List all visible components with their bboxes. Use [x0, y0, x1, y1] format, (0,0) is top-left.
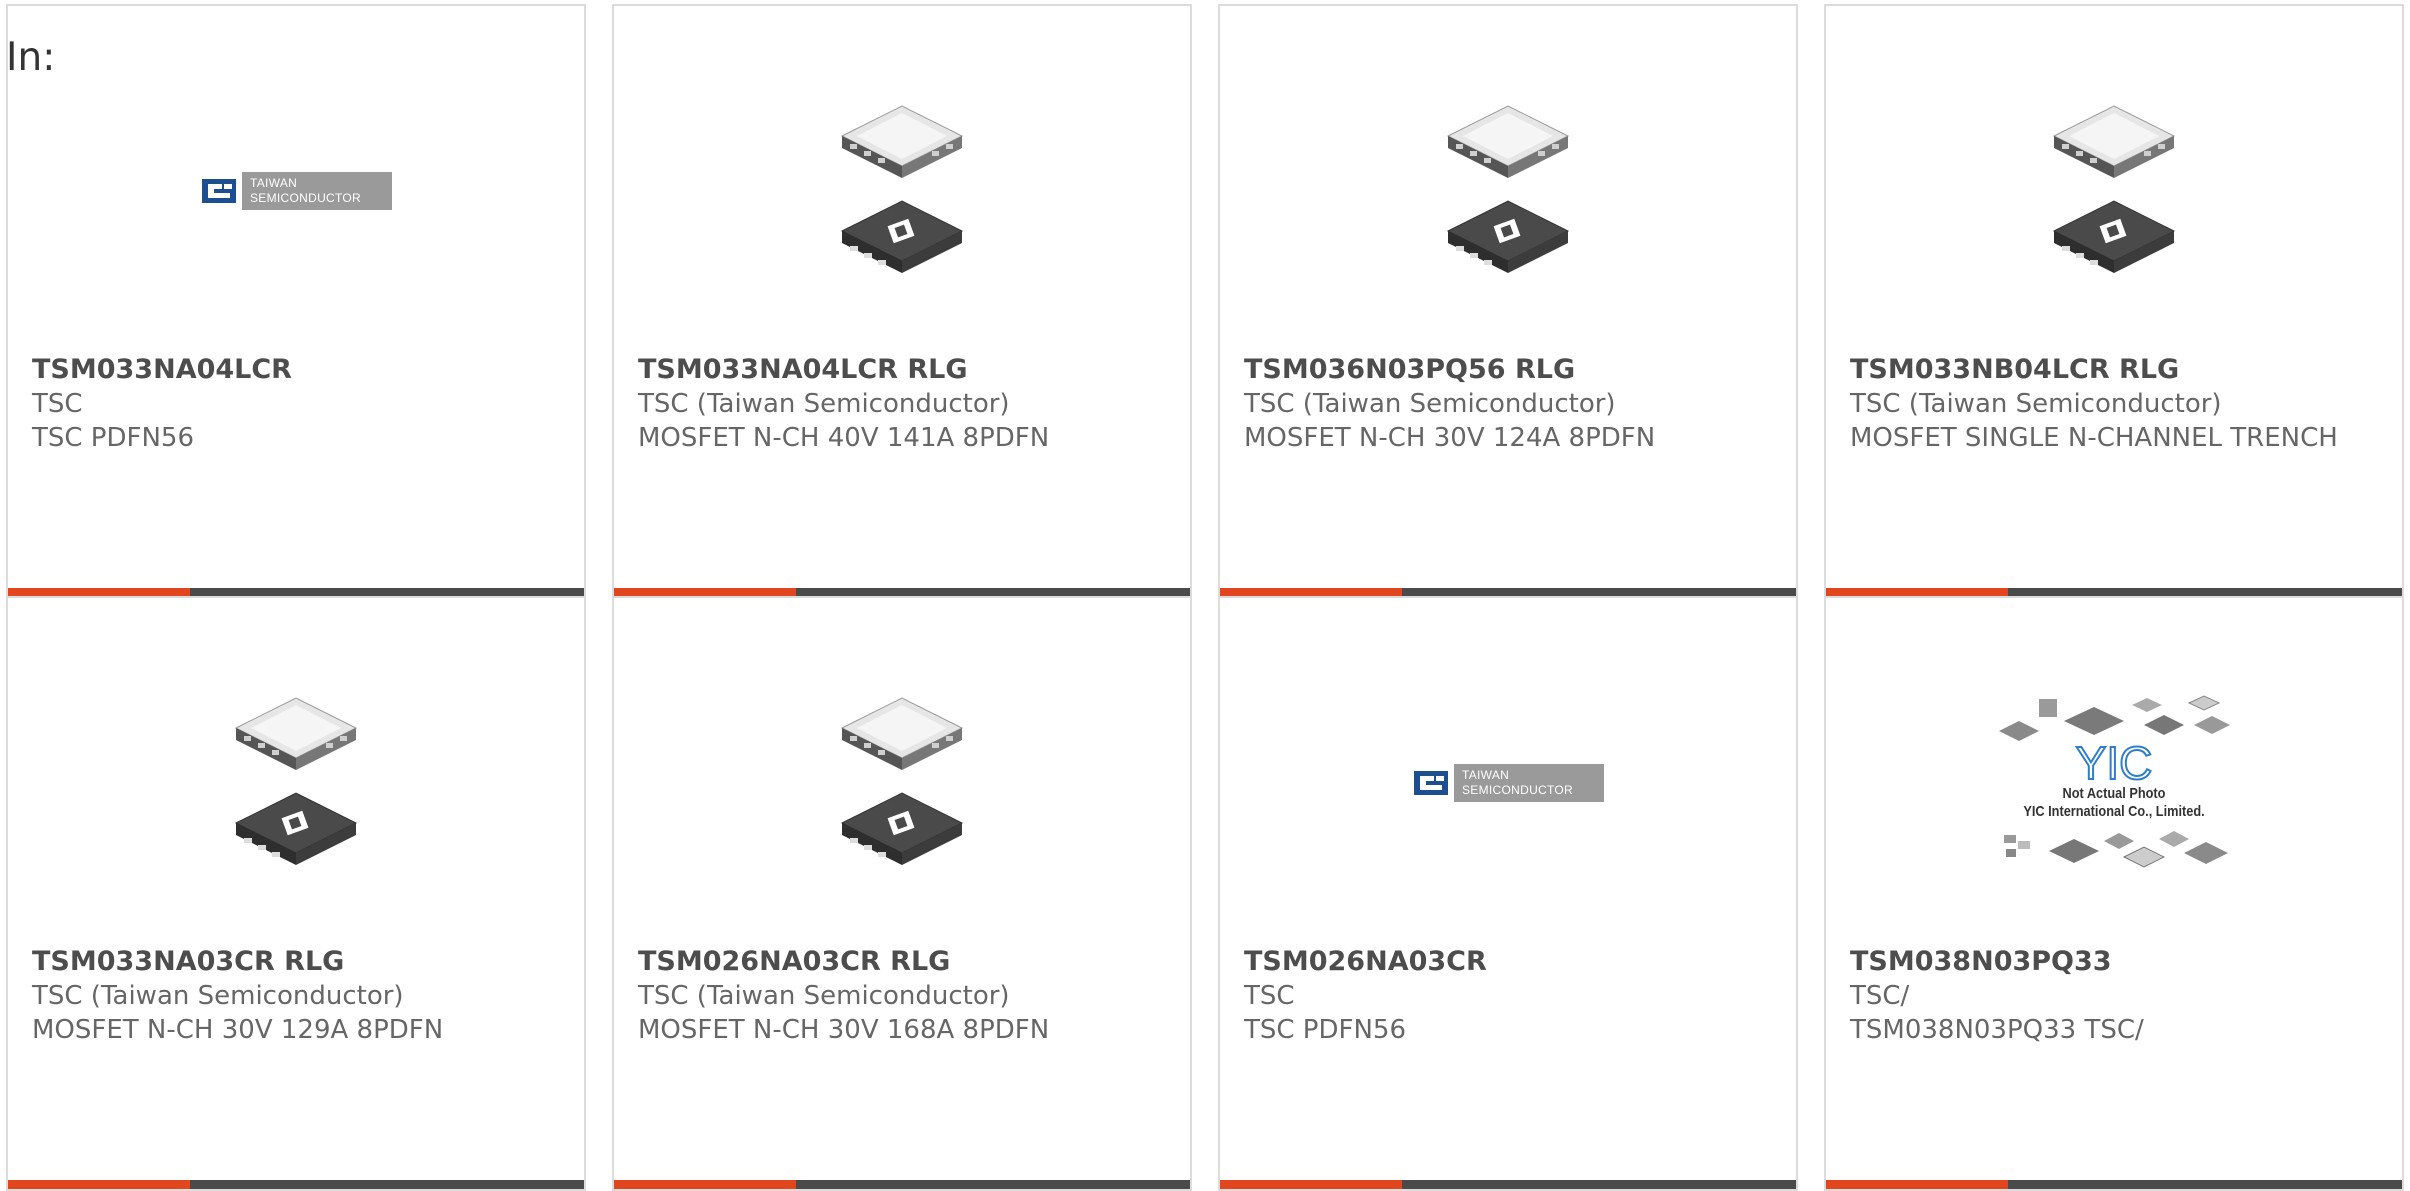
product-card[interactable]: TAIWAN SEMICONDUCTOR TSM026NA03CR TSC TS…	[1218, 596, 1798, 1191]
manufacturer: TSC (Taiwan Semiconductor)	[32, 981, 404, 1011]
description: TSC PDFN56	[32, 423, 194, 453]
svg-text:YIC: YIC	[2076, 737, 2153, 781]
pdfn-package-image	[840, 105, 964, 273]
product-image: TAIWAN SEMICONDUCTOR	[1220, 658, 1796, 908]
logo-line2: SEMICONDUCTOR	[250, 191, 362, 205]
product-card[interactable]: TSM026NA03CR RLG TSC (Taiwan Semiconduct…	[612, 596, 1192, 1191]
description: MOSFET SINGLE N-CHANNEL TRENCH	[1850, 423, 2338, 453]
manufacturer: TSC (Taiwan Semiconductor)	[638, 389, 1010, 419]
part-number[interactable]: TSM036N03PQ56 RLG	[1244, 353, 1772, 387]
card-bar	[614, 1180, 1190, 1189]
part-number[interactable]: TSM033NB04LCR RLG	[1850, 353, 2378, 387]
pdfn-package-image	[840, 697, 964, 865]
product-card[interactable]: TAIWAN SEMICONDUCTOR TSM033NA04LCR TSC T…	[6, 4, 586, 599]
description: MOSFET N-CH 30V 168A 8PDFN	[638, 1015, 1050, 1045]
yic-caption-1: Not Actual Photo	[2062, 785, 2166, 802]
product-image	[614, 658, 1190, 908]
description: TSC PDFN56	[1244, 1015, 1406, 1045]
card-bar	[1220, 1180, 1796, 1189]
logo-line1: TAIWAN	[1462, 768, 1510, 782]
description: MOSFET N-CH 30V 124A 8PDFN	[1244, 423, 1656, 453]
logo-line1: TAIWAN	[250, 176, 298, 190]
manufacturer: TSC (Taiwan Semiconductor)	[638, 981, 1010, 1011]
part-number[interactable]: TSM026NA03CR RLG	[638, 945, 1166, 979]
product-card[interactable]: TSM033NA04LCR RLG TSC (Taiwan Semiconduc…	[612, 4, 1192, 599]
tsc-logo: TAIWAN SEMICONDUCTOR	[200, 172, 392, 210]
product-image: TAIWAN SEMICONDUCTOR	[8, 66, 584, 316]
description: MOSFET N-CH 30V 129A 8PDFN	[32, 1015, 444, 1045]
tsc-logo: TAIWAN SEMICONDUCTOR	[1412, 764, 1604, 802]
yic-placeholder-image: YIC Not Actual Photo YIC International C…	[1984, 691, 2244, 875]
manufacturer: TSC (Taiwan Semiconductor)	[1244, 389, 1616, 419]
product-image	[614, 66, 1190, 316]
logo-line2: SEMICONDUCTOR	[1462, 783, 1574, 797]
part-number[interactable]: TSM038N03PQ33	[1850, 945, 2378, 979]
product-card[interactable]: TSM033NB04LCR RLG TSC (Taiwan Semiconduc…	[1824, 4, 2404, 599]
card-bar	[8, 1180, 584, 1189]
manufacturer: TSC/	[1850, 981, 1910, 1011]
pdfn-package-image	[1446, 105, 1570, 273]
product-card[interactable]: YIC Not Actual Photo YIC International C…	[1824, 596, 2404, 1191]
pdfn-package-image	[234, 697, 358, 865]
search-in-label: In:	[6, 35, 56, 80]
manufacturer: TSC	[1244, 981, 1295, 1011]
part-number[interactable]: TSM033NA03CR RLG	[32, 945, 560, 979]
part-number[interactable]: TSM033NA04LCR RLG	[638, 353, 1166, 387]
yic-caption-2: YIC International Co., Limited.	[2023, 803, 2205, 820]
part-number[interactable]: TSM026NA03CR	[1244, 945, 1772, 979]
product-card[interactable]: TSM033NA03CR RLG TSC (Taiwan Semiconduct…	[6, 596, 586, 1191]
product-image	[1826, 66, 2402, 316]
description: MOSFET N-CH 40V 141A 8PDFN	[638, 423, 1050, 453]
product-card[interactable]: TSM036N03PQ56 RLG TSC (Taiwan Semiconduc…	[1218, 4, 1798, 599]
card-bar	[1826, 1180, 2402, 1189]
description: TSM038N03PQ33 TSC/	[1850, 1015, 2144, 1045]
pdfn-package-image	[2052, 105, 2176, 273]
manufacturer: TSC (Taiwan Semiconductor)	[1850, 389, 2222, 419]
product-image	[1220, 66, 1796, 316]
product-image	[8, 658, 584, 908]
manufacturer: TSC	[32, 389, 83, 419]
product-image: YIC Not Actual Photo YIC International C…	[1826, 658, 2402, 908]
part-number[interactable]: TSM033NA04LCR	[32, 353, 560, 387]
